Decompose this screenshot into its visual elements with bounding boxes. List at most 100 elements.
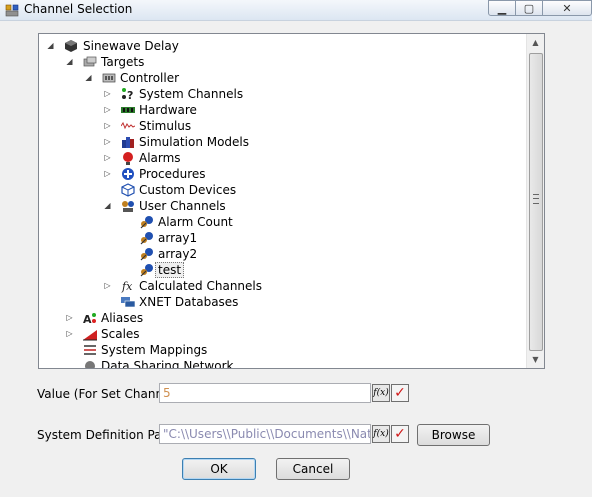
tree-node-system-mappings[interactable]: System Mappings: [39, 342, 519, 358]
window-title: Channel Selection: [24, 2, 133, 16]
expand-arrow-icon[interactable]: ▷: [103, 134, 112, 150]
maximize-button[interactable]: ▢: [515, 0, 543, 16]
alarm-icon: [123, 152, 133, 165]
expand-arrow-icon[interactable]: ▷: [103, 278, 112, 294]
tree-node-stimulus[interactable]: ▷ Stimulus: [39, 118, 519, 134]
tree-node-label: Alarm Count: [158, 215, 233, 229]
tree-node-system-channels[interactable]: ▷ ? System Channels: [39, 86, 519, 102]
scrollbar-thumb[interactable]: [529, 53, 543, 351]
user-channels-icon: [122, 201, 134, 212]
expand-arrow-icon[interactable]: ▷: [103, 102, 112, 118]
collapse-arrow-icon[interactable]: ◢: [65, 54, 74, 70]
minimize-button[interactable]: ▁: [488, 0, 516, 16]
channel-tree[interactable]: ◢ Sinewave Delay ◢ Targets ◢ Controller …: [38, 33, 545, 369]
tree-node-aliases[interactable]: ▷ A Aliases: [39, 310, 519, 326]
tree-node-procedures[interactable]: ▷ Procedures: [39, 166, 519, 182]
scales-icon: [83, 330, 97, 341]
tree-node-sinewave-delay[interactable]: ◢ Sinewave Delay: [39, 38, 519, 54]
tree-node-label: test: [155, 262, 185, 278]
controller-icon: [102, 73, 116, 83]
scroll-up-arrow-icon[interactable]: ▲: [527, 34, 544, 51]
xnet-icon: [121, 297, 135, 308]
tree-node-scales[interactable]: ▷ Scales: [39, 326, 519, 342]
tree-node-label: array1: [158, 231, 198, 245]
tree-node-label: System Channels: [139, 87, 244, 101]
tree-node-label: Targets: [101, 55, 145, 69]
collapse-arrow-icon[interactable]: ◢: [103, 198, 112, 214]
network-icon: [85, 361, 95, 368]
tree-node-label: Custom Devices: [139, 183, 237, 197]
fx-icon: fx: [121, 280, 133, 293]
grip-icon: [533, 194, 539, 204]
tree-node-user-channels[interactable]: ◢ User Channels: [39, 198, 519, 214]
path-check-button[interactable]: ✓: [391, 425, 409, 443]
tree-node-hardware[interactable]: ▷ Hardware: [39, 102, 519, 118]
checkmark-icon: ✓: [394, 385, 406, 401]
tree-node-label: array2: [158, 247, 198, 261]
tree-node-custom-devices[interactable]: Custom Devices: [39, 182, 519, 198]
checkmark-icon: ✓: [394, 426, 406, 442]
tree-node-xnet-databases[interactable]: XNET Databases: [39, 294, 519, 310]
expand-arrow-icon[interactable]: ▷: [65, 326, 74, 342]
tree-node-label: Controller: [120, 71, 180, 85]
targets-icon: [83, 56, 97, 67]
tree-node-alarms[interactable]: ▷ Alarms: [39, 150, 519, 166]
close-icon: ✕: [562, 2, 572, 15]
stimulus-icon: [121, 121, 135, 130]
app-icon: [5, 4, 19, 17]
tree-node-test-selected[interactable]: test: [39, 262, 519, 278]
tree-node-label: Scales: [101, 327, 140, 341]
value-fx-button[interactable]: f(x): [372, 384, 390, 402]
system-definition-path-input[interactable]: "C:\\Users\\Public\\Documents\\National: [159, 424, 371, 444]
aliases-icon: A: [83, 313, 96, 325]
svg-text:A: A: [83, 313, 92, 325]
path-fx-button[interactable]: f(x): [372, 425, 390, 443]
value-check-button[interactable]: ✓: [391, 384, 409, 402]
close-button[interactable]: ✕: [542, 0, 592, 16]
tree-node-targets[interactable]: ◢ Targets: [39, 54, 519, 70]
collapse-arrow-icon[interactable]: ◢: [46, 38, 55, 54]
system-definition-path-label: System Definition Path: [37, 428, 174, 442]
channel-icon: [140, 216, 153, 229]
tree-node-simulation-models[interactable]: ▷ Simulation Models: [39, 134, 519, 150]
tree-node-array1[interactable]: array1: [39, 230, 519, 246]
scroll-down-arrow-icon[interactable]: ▼: [527, 351, 544, 368]
box-icon: [65, 40, 77, 52]
expand-arrow-icon[interactable]: ▷: [103, 150, 112, 166]
expand-arrow-icon[interactable]: ▷: [103, 118, 112, 134]
tree-node-label: Calculated Channels: [139, 279, 262, 293]
tree-node-calculated-channels[interactable]: ▷ fx Calculated Channels: [39, 278, 519, 294]
system-mappings-icon: [84, 345, 96, 355]
procedures-icon: [122, 168, 134, 180]
tree-node-array2[interactable]: array2: [39, 246, 519, 262]
browse-button[interactable]: Browse: [417, 424, 490, 446]
maximize-icon: ▢: [523, 2, 535, 15]
collapse-arrow-icon[interactable]: ◢: [84, 70, 93, 86]
tree-node-label: Stimulus: [139, 119, 192, 133]
tree-scrollbar[interactable]: ▲ ▼: [526, 34, 544, 368]
channel-icon: [140, 264, 153, 277]
expand-arrow-icon[interactable]: ▷: [103, 86, 112, 102]
tree-node-alarm-count[interactable]: Alarm Count: [39, 214, 519, 230]
ok-button[interactable]: OK: [182, 458, 256, 480]
cancel-button[interactable]: Cancel: [276, 458, 350, 480]
tree-node-label: Data Sharing Network: [101, 359, 234, 369]
tree-node-label: Hardware: [139, 103, 197, 117]
tree-node-label: Procedures: [139, 167, 206, 181]
value-label: Value (For Set Channel): [37, 387, 179, 401]
system-channels-icon: ?: [122, 88, 133, 101]
value-input[interactable]: 5: [159, 383, 371, 403]
expand-arrow-icon[interactable]: ▷: [65, 310, 74, 326]
tree-node-label: System Mappings: [101, 343, 208, 357]
simulation-models-icon: [122, 137, 134, 148]
tree-node-label: XNET Databases: [139, 295, 239, 309]
tree-node-label: Aliases: [101, 311, 144, 325]
expand-arrow-icon[interactable]: ▷: [103, 166, 112, 182]
tree-node-data-sharing-network[interactable]: Data Sharing Network: [39, 358, 519, 369]
hardware-icon: [121, 107, 135, 113]
tree-node-controller[interactable]: ◢ Controller: [39, 70, 519, 86]
minimize-icon: ▁: [497, 2, 507, 15]
tree-node-label: User Channels: [139, 199, 226, 213]
custom-devices-icon: [121, 183, 135, 197]
channel-icon: [140, 232, 153, 245]
